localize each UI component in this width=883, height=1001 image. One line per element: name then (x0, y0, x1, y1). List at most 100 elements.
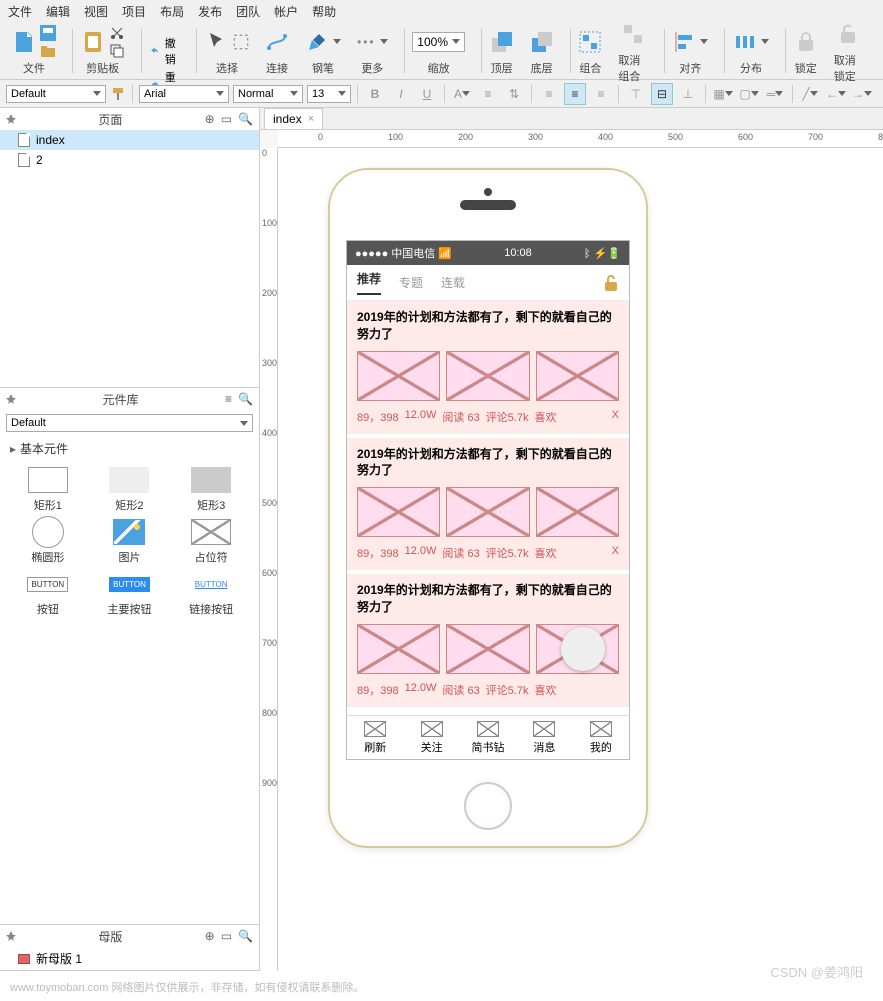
menu-project[interactable]: 项目 (122, 3, 146, 20)
bring-front-icon[interactable] (490, 30, 514, 54)
widget-rect2[interactable]: 矩形2 (92, 467, 168, 513)
size-combo[interactable]: 13 (307, 85, 351, 103)
tabbar-item[interactable]: 简书钻 (460, 716, 516, 759)
open-icon[interactable] (40, 43, 56, 59)
widget-placeholder[interactable]: 占位符 (173, 519, 249, 565)
bold-button[interactable]: B (364, 83, 386, 105)
widget-ellipse[interactable]: 椭圆形 (10, 519, 86, 565)
send-back-icon[interactable] (530, 30, 554, 54)
pen-dropdown-icon[interactable] (333, 39, 341, 44)
nav-tab-topic[interactable]: 专题 (399, 274, 423, 291)
canvas[interactable]: ●●●●● 中国电信 📶 10:08 ᛒ ⚡🔋 推荐 专题 连载 2019年的计… (278, 148, 883, 971)
library-group[interactable]: 基本元件 (0, 436, 259, 461)
border-color-button[interactable]: ▢ (738, 83, 760, 105)
page-item-2[interactable]: 2 (0, 150, 259, 170)
font-combo[interactable]: Arial (139, 85, 229, 103)
widget-link-button[interactable]: BUTTON链接按钮 (173, 571, 249, 617)
menu-file[interactable]: 文件 (8, 3, 32, 20)
search-page-icon[interactable]: 🔍 (238, 112, 253, 126)
feed-post[interactable]: 2019年的计划和方法都有了，剩下的就看自己的努力了 89，39812.0W阅读… (347, 438, 629, 571)
copy-icon[interactable] (109, 43, 125, 59)
floating-action-button[interactable] (561, 627, 605, 671)
lock-icon[interactable] (603, 274, 619, 292)
widget-image[interactable]: 图片 (92, 519, 168, 565)
distribute-dropdown-icon[interactable] (761, 39, 769, 44)
phone-frame[interactable]: ●●●●● 中国电信 📶 10:08 ᛒ ⚡🔋 推荐 专题 连载 2019年的计… (328, 168, 648, 848)
ungroup-icon[interactable] (621, 22, 645, 46)
connect-icon[interactable] (265, 30, 289, 54)
zoom-input[interactable]: 100% (412, 32, 465, 52)
cut-icon[interactable] (109, 25, 125, 41)
widget-primary-button[interactable]: BUTTON主要按钮 (92, 571, 168, 617)
page-item-index[interactable]: index (0, 130, 259, 150)
tabbar-item[interactable]: 关注 (403, 716, 459, 759)
align-icon[interactable] (672, 30, 696, 54)
widget-rect3[interactable]: 矩形3 (173, 467, 249, 513)
feed-post[interactable]: 2019年的计划和方法都有了，剩下的就看自己的努力了 89，39812.0W阅读… (347, 301, 629, 434)
border-width-button[interactable]: ═ (764, 83, 786, 105)
select-icon[interactable] (205, 30, 229, 54)
widget-button[interactable]: BUTTON按钮 (10, 571, 86, 617)
undo-icon[interactable] (149, 43, 160, 59)
library-search-icon[interactable]: 🔍 (238, 392, 253, 406)
lock-icon[interactable] (794, 30, 818, 54)
select-dropdown-icon[interactable] (233, 34, 249, 50)
tabbar-item[interactable]: 我的 (573, 716, 629, 759)
save-icon[interactable] (40, 25, 56, 41)
tab-label: index (273, 112, 302, 126)
pin-icon[interactable] (6, 931, 16, 941)
valign-middle-button[interactable]: ⊟ (651, 83, 673, 105)
group-icon[interactable] (578, 30, 602, 54)
unlock-icon[interactable] (836, 22, 860, 46)
weight-combo[interactable]: Normal (233, 85, 303, 103)
pen-icon[interactable] (305, 30, 329, 54)
menu-view[interactable]: 视图 (84, 3, 108, 20)
menu-publish[interactable]: 发布 (198, 3, 222, 20)
paste-icon[interactable] (81, 30, 105, 54)
master-item[interactable]: 新母版 1 (0, 947, 259, 970)
add-master-folder-icon[interactable]: ▭ (221, 929, 232, 943)
nav-tab-recommend[interactable]: 推荐 (357, 270, 381, 295)
post-image-placeholder (536, 351, 619, 401)
italic-button[interactable]: I (390, 83, 412, 105)
menu-account[interactable]: 帐户 (274, 3, 298, 20)
font-color-button[interactable]: A (451, 83, 473, 105)
menu-layout[interactable]: 布局 (160, 3, 184, 20)
tabbar-item[interactable]: 消息 (516, 716, 572, 759)
menu-team[interactable]: 团队 (236, 3, 260, 20)
widget-rect1[interactable]: 矩形1 (10, 467, 86, 513)
align-dropdown-icon[interactable] (700, 39, 708, 44)
distribute-icon[interactable] (733, 30, 757, 54)
search-master-icon[interactable]: 🔍 (238, 929, 253, 943)
tabbar-item[interactable]: 刷新 (347, 716, 403, 759)
pin-icon[interactable] (6, 114, 16, 124)
bullet-list-button[interactable]: ≡ (477, 83, 499, 105)
close-tab-icon[interactable]: × (308, 113, 314, 125)
add-page-icon[interactable]: ⊕ (205, 112, 215, 126)
library-set-combo[interactable]: Default (6, 414, 253, 432)
underline-button[interactable]: U (416, 83, 438, 105)
library-menu-icon[interactable]: ≡ (225, 392, 232, 406)
valign-top-button[interactable]: ⊤ (625, 83, 647, 105)
arrow-start-button[interactable]: ← (825, 83, 847, 105)
nav-tab-serial[interactable]: 连载 (441, 274, 465, 291)
line-height-button[interactable]: ⇅ (503, 83, 525, 105)
home-button[interactable] (464, 782, 512, 830)
menu-help[interactable]: 帮助 (312, 3, 336, 20)
format-painter-icon[interactable] (110, 86, 126, 102)
align-left-button[interactable]: ≡ (538, 83, 560, 105)
menu-edit[interactable]: 编辑 (46, 3, 70, 20)
pin-icon[interactable] (6, 394, 16, 404)
arrow-end-button[interactable]: → (851, 83, 873, 105)
fill-color-button[interactable]: ▦ (712, 83, 734, 105)
valign-bottom-button[interactable]: ⊥ (677, 83, 699, 105)
style-combo[interactable]: Default (6, 85, 106, 103)
add-master-icon[interactable]: ⊕ (205, 929, 215, 943)
new-file-icon[interactable] (12, 30, 36, 54)
more-dropdown-icon[interactable] (380, 39, 388, 44)
align-right-button[interactable]: ≡ (590, 83, 612, 105)
align-center-button[interactable]: ≡ (564, 83, 586, 105)
tab-index[interactable]: index × (264, 108, 323, 129)
line-style-button[interactable]: ╱ (799, 83, 821, 105)
add-folder-icon[interactable]: ▭ (221, 112, 232, 126)
